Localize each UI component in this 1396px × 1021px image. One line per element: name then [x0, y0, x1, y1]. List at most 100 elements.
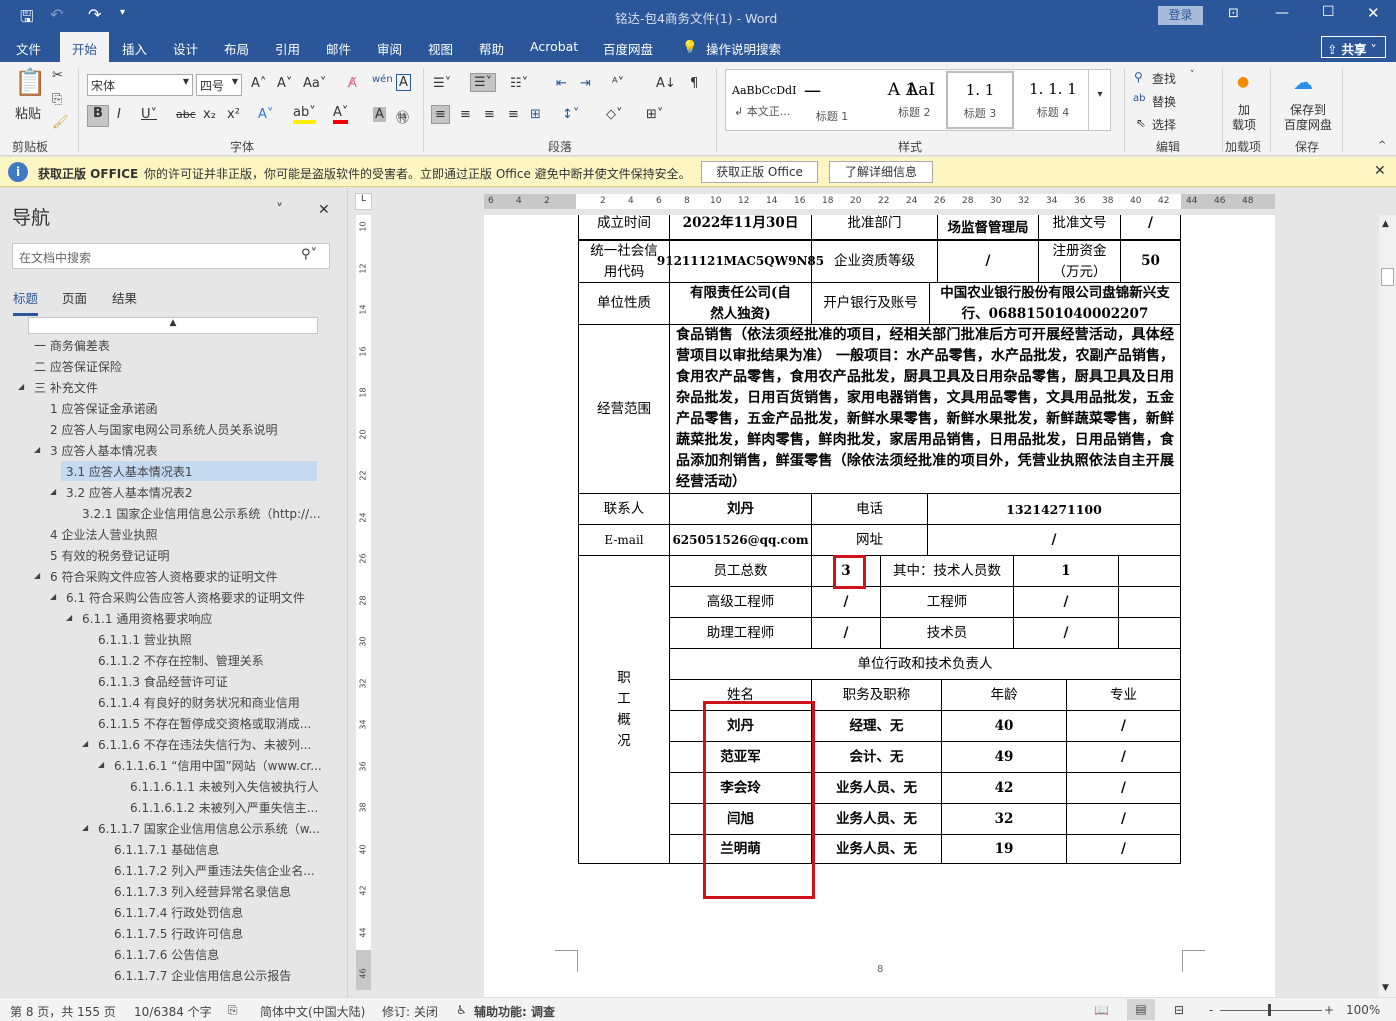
collapse-icon[interactable]: ◢	[50, 487, 56, 496]
line-spacing-icon[interactable]: ↕˅	[562, 107, 579, 122]
nav-close-icon[interactable]: ✕	[318, 202, 330, 218]
collapse-icon[interactable]: ◢	[34, 571, 40, 580]
bold-button[interactable]: B	[87, 105, 109, 127]
web-layout-icon[interactable]: ⊟	[1174, 1003, 1184, 1017]
collapse-icon[interactable]: ◢	[98, 760, 104, 769]
find-button[interactable]: 查找	[1152, 70, 1176, 87]
nav-item[interactable]: 6.1.1.7.6 公告信息	[114, 946, 219, 963]
nav-item[interactable]: 6.1.1.2 不存在控制、管理关系	[98, 652, 264, 669]
style-heading-4[interactable]: 1. 1. 1 标题 4	[1018, 72, 1088, 128]
borders-icon[interactable]: ⊞˅	[646, 107, 663, 122]
paste-button[interactable]: 粘贴	[15, 103, 41, 122]
grow-font-icon[interactable]: A˄	[251, 76, 266, 91]
vertical-scrollbar[interactable]: ▲ ▼	[1379, 215, 1396, 997]
nav-item[interactable]: 6.1.1.4 有良好的财务状况和商业信用	[98, 694, 300, 711]
find-icon[interactable]: ⚲	[1134, 70, 1143, 84]
select-button[interactable]: 选择	[1152, 116, 1176, 133]
nav-item[interactable]: 6.1.1.7 国家企业信用信息公示系统（w...	[98, 820, 320, 837]
nav-item[interactable]: 一 商务偏差表	[34, 337, 110, 354]
search-icon[interactable]: ⚲˅	[301, 247, 317, 262]
nav-item[interactable]: 3.2 应答人基本情况表2	[66, 484, 193, 501]
styles-more-button[interactable]: ▾	[1088, 69, 1111, 131]
zoom-level[interactable]: 100%	[1346, 1003, 1380, 1017]
subscript-button[interactable]: x₂	[203, 107, 216, 122]
tab-help[interactable]: 帮助	[479, 39, 504, 58]
accessibility-icon[interactable]: ♿	[456, 1003, 467, 1017]
nav-options-icon[interactable]: ˅	[276, 202, 283, 218]
format-painter-icon[interactable]: 🖌	[52, 115, 69, 130]
ribbon-display-icon[interactable]: ⊡	[1228, 6, 1239, 21]
tab-selector-button[interactable]: L	[355, 193, 372, 210]
collapse-icon[interactable]: ◢	[18, 382, 24, 391]
print-layout-icon[interactable]: ▤	[1127, 999, 1155, 1020]
page-count[interactable]: 第 8 页，共 155 页	[10, 1003, 116, 1020]
phonetic-guide-icon[interactable]: wén	[372, 74, 393, 85]
baidu-netdisk-icon[interactable]: ☁	[1293, 70, 1313, 94]
scroll-up-icon[interactable]: ▲	[1382, 219, 1389, 229]
scrollbar-thumb[interactable]	[1381, 268, 1394, 286]
login-button[interactable]: 登录	[1158, 6, 1203, 25]
align-center-button[interactable]: ≡	[460, 107, 471, 122]
tab-insert[interactable]: 插入	[122, 39, 147, 58]
nav-item[interactable]: 6.1.1.1 营业执照	[98, 631, 192, 648]
nav-item[interactable]: 6.1.1.7.1 基础信息	[114, 841, 219, 858]
nav-scroll-up-button[interactable]: ▲	[28, 317, 318, 334]
zoom-out-button[interactable]: -	[1209, 1003, 1213, 1017]
nav-item-selected[interactable]: 3.1 应答人基本情况表1	[66, 463, 193, 480]
nav-tab-pages[interactable]: 页面	[62, 288, 87, 307]
close-icon[interactable]: ✕	[1367, 4, 1380, 22]
maximize-icon[interactable]: ☐	[1322, 4, 1335, 20]
scroll-down-icon[interactable]: ▼	[1382, 983, 1389, 993]
nav-item[interactable]: 6.1.1.7.2 列入严重违法失信企业名...	[114, 862, 315, 879]
addins-button[interactable]: 加 载项	[1232, 103, 1256, 133]
justify-button[interactable]: ≡	[508, 107, 519, 122]
nav-item[interactable]: 6.1.1.7.5 行政许可信息	[114, 925, 243, 942]
save-icon[interactable]: 🖫	[20, 6, 34, 33]
select-icon[interactable]: ⇖	[1136, 116, 1146, 130]
replace-icon[interactable]: ab	[1133, 93, 1145, 104]
sort-icon[interactable]: A↓	[656, 76, 676, 91]
nav-item[interactable]: 6.1.1.7.4 行政处罚信息	[114, 904, 243, 921]
bullets-icon[interactable]: ☰˅	[433, 76, 451, 91]
zoom-in-button[interactable]: +	[1324, 1003, 1334, 1017]
close-infobar-icon[interactable]: ✕	[1374, 163, 1386, 179]
copy-icon[interactable]: ⎘	[52, 92, 62, 107]
text-effects-icon[interactable]: A˅	[258, 107, 273, 122]
nav-item[interactable]: 6.1 符合采购公告应答人资格要求的证明文件	[66, 589, 305, 606]
collapse-icon[interactable]: ◢	[82, 739, 88, 748]
nav-item[interactable]: 2 应答人与国家电网公司系统人员关系说明	[50, 421, 277, 438]
find-dropdown-icon[interactable]: ˅	[1190, 70, 1195, 80]
font-size-select[interactable]: 四号 ▼	[196, 74, 242, 96]
tab-design[interactable]: 设计	[173, 39, 198, 58]
tab-acrobat[interactable]: Acrobat	[530, 39, 578, 54]
font-color-icon[interactable]: A˅	[333, 105, 349, 124]
collapse-icon[interactable]: ◢	[66, 613, 72, 622]
tab-layout[interactable]: 布局	[224, 39, 249, 58]
replace-button[interactable]: 替换	[1152, 93, 1176, 110]
nav-item[interactable]: 3.2.1 国家企业信用信息公示系统（http://...	[82, 505, 321, 522]
show-marks-icon[interactable]: ¶	[690, 76, 698, 91]
save-to-baidu-button[interactable]: 保存到 百度网盘	[1284, 103, 1332, 133]
align-right-button[interactable]: ≡	[484, 107, 495, 122]
nav-item[interactable]: 6.1.1.6.1.1 未被列入失信被执行人	[130, 778, 319, 795]
numbering-icon[interactable]: ☰˅	[470, 73, 497, 92]
nav-item[interactable]: 6.1.1.7.3 列入经营异常名录信息	[114, 883, 291, 900]
increase-indent-icon[interactable]: ⇥	[580, 76, 591, 91]
strikethrough-button[interactable]: abc	[176, 108, 196, 121]
character-border-icon[interactable]: A	[396, 74, 411, 91]
tab-review[interactable]: 审阅	[377, 39, 402, 58]
distributed-button[interactable]: ⊞	[530, 107, 541, 122]
nav-item[interactable]: 3 应答人基本情况表	[50, 442, 157, 459]
nav-item[interactable]: 6.1.1 通用资格要求响应	[82, 610, 212, 627]
nav-item[interactable]: 6 符合采购文件应答人资格要求的证明文件	[50, 568, 277, 585]
character-shading-icon[interactable]: A	[373, 107, 386, 122]
redo-icon[interactable]: ↷	[88, 5, 101, 24]
nav-tab-results[interactable]: 结果	[112, 288, 137, 307]
clear-formatting-icon[interactable]: A̸	[348, 76, 357, 91]
tab-baidu[interactable]: 百度网盘	[603, 39, 653, 58]
nav-item[interactable]: 三 补充文件	[34, 379, 98, 396]
style-heading-3[interactable]: 1. 1 标题 3	[946, 71, 1014, 129]
horizontal-ruler[interactable]: 6 4 2 2 4 6 8 10 12 14 16 18 20 22 24 26…	[484, 194, 1275, 209]
highlight-icon[interactable]: ab˅	[293, 105, 316, 124]
nav-item[interactable]: 二 应答保证保险	[34, 358, 122, 375]
